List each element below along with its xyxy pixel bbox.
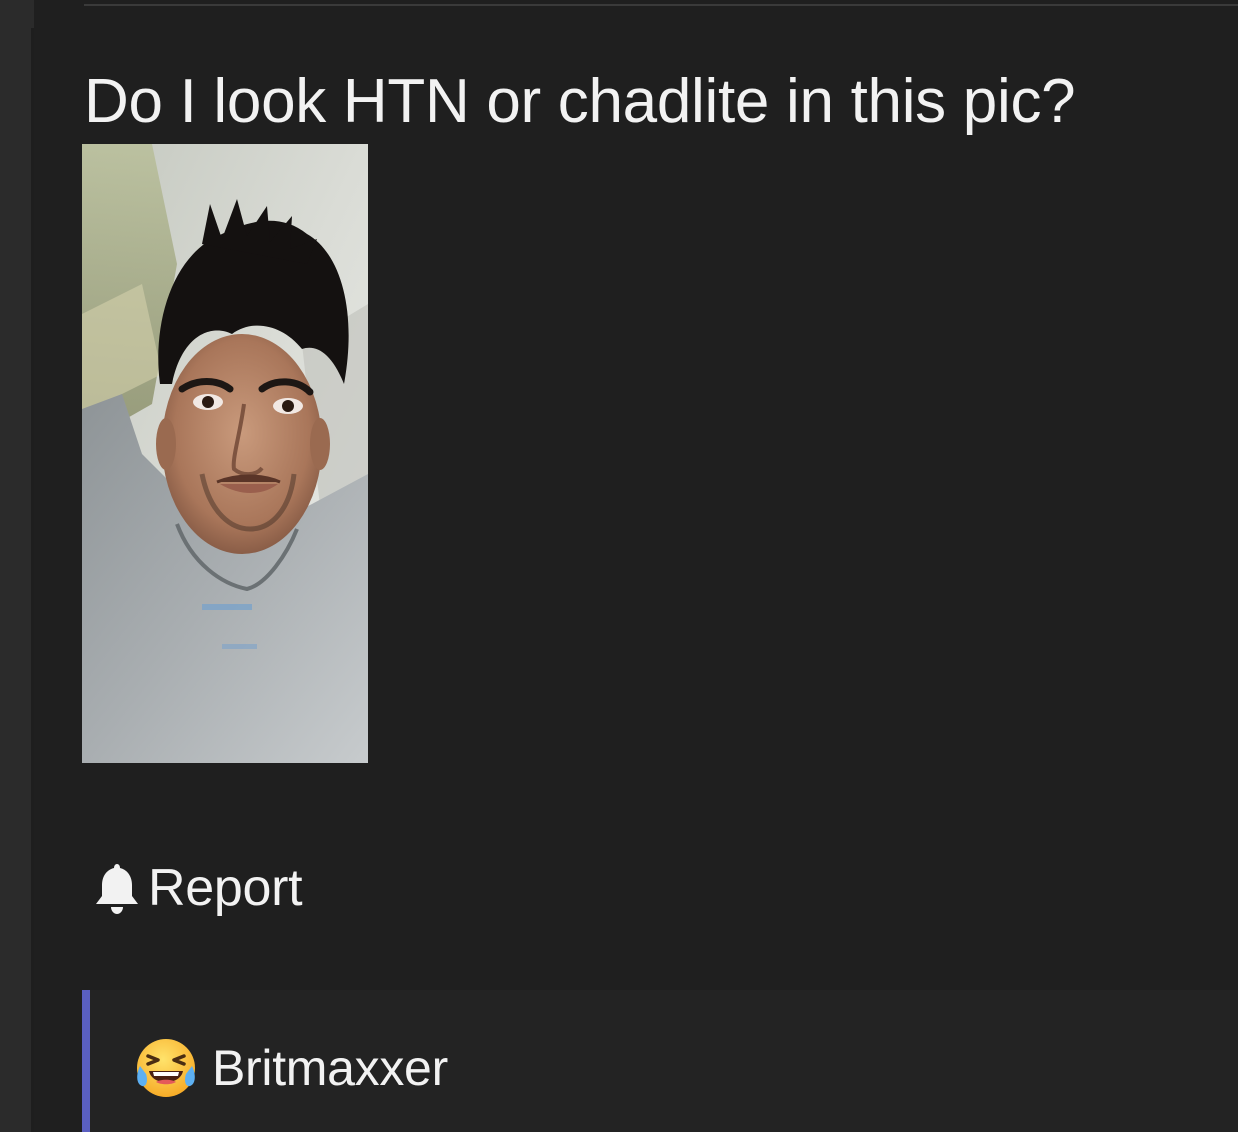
page: Do I look HTN or chadlite in this pic? R… [0,0,1238,1132]
top-divider [84,4,1238,6]
reply-author[interactable]: Britmaxxer [134,1036,448,1100]
report-label: Report [148,859,303,917]
left-gutter [0,0,34,1132]
author-name: Britmaxxer [212,1040,448,1096]
laughing-crying-emoji-icon [137,1039,195,1097]
report-button[interactable]: Report [94,858,303,918]
bell-icon [96,864,138,914]
reply-quote: Britmaxxer [82,990,1238,1132]
reply-accent-bar [82,990,90,1132]
post-title: Do I look HTN or chadlite in this pic? [84,67,1076,136]
post-photo[interactable] [82,144,368,763]
